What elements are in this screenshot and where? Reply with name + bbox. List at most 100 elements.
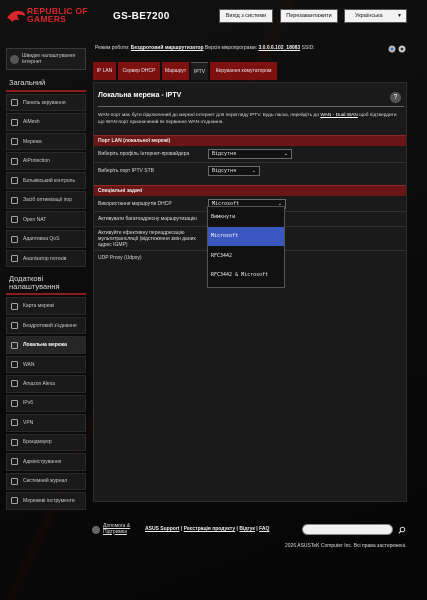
help-support-link[interactable]: Допомога & Підтримка [92,523,130,535]
mode-label: Режим роботи: [95,45,130,51]
sidebar-item-label: Системний журнал [23,478,68,485]
sidebar-item-general-4[interactable]: Батьківський контроль [6,171,86,190]
menu-icon [11,235,18,243]
sidebar-item-label: Панель керування [23,99,66,106]
sidebar-item-advanced-10[interactable]: Мережеві інструменти [6,492,86,510]
sidebar-item-advanced-1[interactable]: Бездротовий з'єднання [6,316,86,335]
menu-icon [11,497,18,505]
menu-icon [11,157,18,165]
tab-iptv[interactable]: IPTV [191,62,208,80]
sidebar-item-advanced-7[interactable]: Брандмауер [6,433,86,452]
stb-port-select[interactable]: Відсутня ⌄ [208,166,260,176]
sidebar-item-label: Мережеві інструменти [23,497,75,504]
option-rfc3442[interactable]: RFC3442 [208,246,284,266]
sidebar-item-label: Open NAT [23,216,47,223]
sidebar-item-general-1[interactable]: AiMesh [6,113,86,131]
sidebar-item-general-7[interactable]: Адаптивна QoS [6,230,86,248]
stb-port-value: Відсутня [212,168,237,174]
asus-support-link[interactable]: ASUS Support [145,526,179,532]
model-name: GS-BE7200 [113,11,170,22]
sidebar-item-label: AiProtection [23,158,50,165]
sidebar-item-label: Бездротовий з'єднання [23,322,77,329]
option-disable[interactable]: Вимкнути [208,207,284,227]
tab-switch-control[interactable]: Керування комутатором [210,62,277,80]
description: WAN-порт має бути підключений до мережі … [98,112,404,126]
sidebar-item-label: Локальна мережа [23,342,67,349]
sidebar-item-label: Amazon Alexa [23,380,55,387]
help-line-2: Підтримка [103,528,128,535]
sidebar-item-label: Засіб оптимізації ігор [23,197,72,204]
menu-icon [11,478,18,485]
sidebar-item-advanced-9[interactable]: Системний журнал [6,472,86,491]
option-rfc3442-microsoft[interactable]: RFC3442 & Microsoft [208,266,284,286]
product-registration-link[interactable]: Реєстрація продукту [184,526,236,532]
sidebar-item-advanced-0[interactable]: Карта мережі [6,297,86,315]
sidebar-item-advanced-2[interactable]: Локальна мережа [6,336,86,354]
help-support-label: Допомога & Підтримка [103,523,130,535]
search-icon[interactable] [398,526,406,534]
feedback-link[interactable]: Відгук [239,526,255,532]
menu-icon [11,341,18,349]
rog-logo-icon [7,10,25,22]
menu-icon [11,177,18,185]
menu-icon [11,458,18,466]
description-text-1: WAN-порт має бути підключений до мережі … [98,113,321,118]
reboot-button[interactable]: Перезавантажити [280,9,338,23]
general-menu: Панель керування AiMesh Мережа AiProtection… [6,93,86,268]
ssid-label: SSID: [301,45,315,51]
sidebar-item-label: Адаптивна QoS [23,236,60,243]
sidebar-item-general-0[interactable]: Панель керування [6,93,86,112]
sidebar-item-advanced-5[interactable]: IPv6 [6,394,86,413]
brand-name: REPUBLIC OF GAMERS [27,7,88,24]
sidebar-item-general-2[interactable]: Мережа [6,132,86,151]
mode-value[interactable]: Бездротовий маршрутизатор [131,45,204,51]
firmware-label: Версія мікропрограми: [204,45,258,51]
isp-profile-select[interactable]: Відсутня ⌄ [208,149,292,159]
sidebar-item-label: Карта мережі [23,303,54,310]
sidebar-item-label: Брандмауер [23,439,52,446]
page-title: Локальна мережа - IPTV [98,92,182,99]
option-microsoft[interactable]: Microsoft [208,226,284,246]
menu-icon [11,400,18,407]
tab-dhcp-server[interactable]: Сервер DHCP [118,62,160,80]
settings-gear-icon[interactable] [398,45,406,53]
tab-bar: IP LAN Сервер DHCP Маршрут IPTV Керуванн… [93,62,279,80]
network-status-icon[interactable] [388,45,396,53]
special-tasks-section-header: Спеціальні задачі [94,185,406,196]
sidebar-item-advanced-4[interactable]: Amazon Alexa [6,375,86,393]
status-line: Режим роботи: Бездротовий маршрутизатор … [95,45,315,51]
menu-icon [11,322,18,329]
sidebar-item-general-3[interactable]: AiProtection [6,152,86,170]
sidebar-item-general-8[interactable]: Аналізатор потоків [6,249,86,268]
sidebar-item-label: WAN [23,361,35,368]
help-icon[interactable]: ? [390,92,401,103]
sidebar-item-label: IPv6 [23,400,34,407]
sidebar-item-advanced-8[interactable]: Адміністрування [6,453,86,471]
lan-port-section-header: Порт LAN (локальної мережі) [94,135,406,146]
logout-button[interactable]: Вихід з системи [219,9,273,23]
sidebar-item-label: AiMesh [23,119,40,126]
top-status-icons [388,44,408,56]
row-divider [94,162,406,163]
firmware-value[interactable]: 3.0.0.6.102_18083 [258,45,300,51]
sidebar-item-label: VPN [23,419,34,426]
sidebar-item-general-6[interactable]: Open NAT [6,210,86,229]
faq-search-input[interactable] [302,524,393,535]
menu-icon [11,99,18,107]
faq-link[interactable]: FAQ [259,526,269,532]
sidebar-item-label: Мережа [23,138,42,145]
menu-icon [11,419,18,427]
wan-dual-wan-link[interactable]: WAN - Dual WAN [320,113,358,118]
sidebar-item-advanced-3[interactable]: WAN [6,355,86,374]
sidebar: Швидке налаштування Інтернет Загальний П… [6,48,86,510]
menu-icon [11,302,18,310]
iptv-panel: Локальна мережа - IPTV ? WAN-порт має бу… [93,82,407,502]
sidebar-item-general-5[interactable]: Засіб оптимізації ігор [6,191,86,209]
general-section-title: Загальний [6,78,86,92]
quick-internet-setup[interactable]: Швидке налаштування Інтернет [6,48,86,70]
sidebar-item-advanced-6[interactable]: VPN [6,414,86,432]
question-icon [92,525,100,534]
tab-ip-lan[interactable]: IP LAN [93,62,116,80]
language-select[interactable]: Українська ▼ [344,9,407,23]
tab-route[interactable]: Маршрут [162,62,189,80]
